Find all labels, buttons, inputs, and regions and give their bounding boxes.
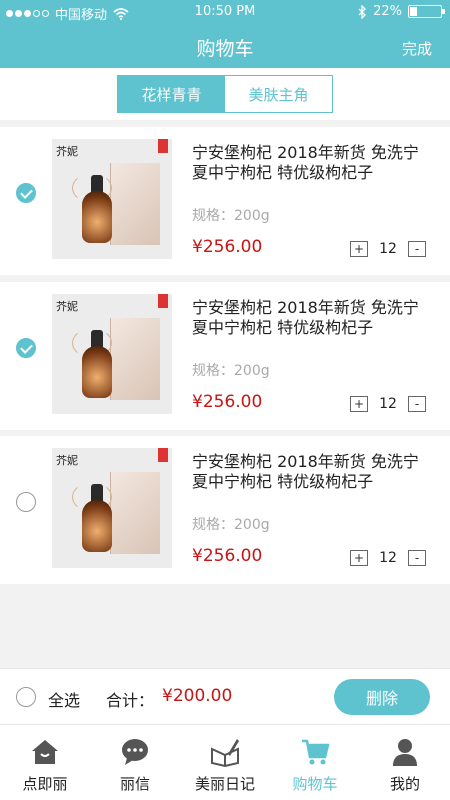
total-label: 合计： xyxy=(106,691,155,710)
product-spec: 规格：200g xyxy=(192,363,270,379)
delete-button[interactable]: 删除 xyxy=(334,679,430,715)
diary-icon xyxy=(211,739,239,767)
status-right: 22% xyxy=(357,4,445,19)
select-all-label[interactable]: 全选 xyxy=(48,687,80,711)
product-tag xyxy=(158,294,168,308)
increase-button[interactable]: + xyxy=(350,550,368,566)
page-title: 购物车 xyxy=(196,38,254,60)
tab-messages[interactable]: 丽信 xyxy=(90,725,180,800)
bottle-image xyxy=(82,346,112,398)
tab-profile[interactable]: 我的 xyxy=(360,725,450,800)
item-checkbox[interactable] xyxy=(16,183,36,203)
product-title[interactable]: 宁安堡枸杞 2018年新货 免洗宁夏中宁枸杞 特优级枸杞子 xyxy=(192,298,432,338)
nav-bar: 购物车 完成 xyxy=(0,24,450,68)
segment-huayangqingqing[interactable]: 花样青青 xyxy=(118,76,225,112)
quantity-value[interactable]: 12 xyxy=(368,550,408,566)
product-brand-logo: 芥妮 xyxy=(56,300,78,313)
product-brand-logo: 芥妮 xyxy=(56,145,78,158)
done-button[interactable]: 完成 xyxy=(402,38,432,59)
decrease-button[interactable]: - xyxy=(408,241,426,257)
product-tag xyxy=(158,448,168,462)
product-price: ¥256.00 xyxy=(192,546,263,566)
home-icon xyxy=(32,740,58,764)
quantity-stepper: + 12 - xyxy=(350,241,426,257)
cart-item: 芥妮 宁安堡枸杞 2018年新货 免洗宁夏中宁枸杞 特优级枸杞子 规格：200g… xyxy=(0,127,450,275)
product-price: ¥256.00 xyxy=(192,237,263,257)
item-checkbox[interactable] xyxy=(16,338,36,358)
tab-diary[interactable]: 美丽日记 xyxy=(180,725,270,800)
decrease-button[interactable]: - xyxy=(408,550,426,566)
total-value: ¥200.00 xyxy=(162,686,233,706)
battery-icon xyxy=(408,5,445,18)
bluetooth-icon xyxy=(358,4,367,19)
product-image[interactable]: 芥妮 xyxy=(52,294,172,414)
battery-percent: 22% xyxy=(373,4,402,19)
bottle-image xyxy=(82,500,112,552)
segment-area: 花样青青 美肤主角 xyxy=(0,68,450,120)
increase-button[interactable]: + xyxy=(350,241,368,257)
item-checkbox[interactable] xyxy=(16,492,36,512)
chat-icon xyxy=(122,739,148,765)
segmented-control: 花样青青 美肤主角 xyxy=(117,75,333,113)
product-image[interactable]: 芥妮 xyxy=(52,448,172,568)
tab-label: 点即丽 xyxy=(22,775,68,793)
select-all-checkbox[interactable] xyxy=(16,687,36,707)
product-title[interactable]: 宁安堡枸杞 2018年新货 免洗宁夏中宁枸杞 特优级枸杞子 xyxy=(192,452,432,492)
cart-icon xyxy=(302,739,330,765)
cart-item: 芥妮 宁安堡枸杞 2018年新货 免洗宁夏中宁枸杞 特优级枸杞子 规格：200g… xyxy=(0,436,450,584)
tab-cart[interactable]: 购物车 xyxy=(270,725,360,800)
status-bar: 中国移动 10:50 PM 22% xyxy=(0,0,450,24)
quantity-value[interactable]: 12 xyxy=(368,241,408,257)
product-price: ¥256.00 xyxy=(192,392,263,412)
tab-label: 美丽日记 xyxy=(194,775,255,793)
bottle-image xyxy=(82,191,112,243)
cart-item: 芥妮 宁安堡枸杞 2018年新货 免洗宁夏中宁枸杞 特优级枸杞子 规格：200g… xyxy=(0,282,450,430)
tab-label: 我的 xyxy=(389,775,420,793)
quantity-stepper: + 12 - xyxy=(350,396,426,412)
increase-button[interactable]: + xyxy=(350,396,368,412)
product-spec: 规格：200g xyxy=(192,517,270,533)
product-title[interactable]: 宁安堡枸杞 2018年新货 免洗宁夏中宁枸杞 特优级枸杞子 xyxy=(192,143,432,183)
product-spec: 规格：200g xyxy=(192,208,270,224)
tab-label: 丽信 xyxy=(119,775,150,793)
tab-label: 购物车 xyxy=(292,775,338,793)
tab-bar: 点即丽 丽信 美丽日记 购物车 我的 xyxy=(0,724,450,800)
decrease-button[interactable]: - xyxy=(408,396,426,412)
product-tag xyxy=(158,139,168,153)
product-image[interactable]: 芥妮 xyxy=(52,139,172,259)
user-icon xyxy=(393,739,417,766)
tab-home[interactable]: 点即丽 xyxy=(0,725,90,800)
quantity-value[interactable]: 12 xyxy=(368,396,408,412)
checkout-bar: 全选 合计： ¥200.00 删除 xyxy=(0,668,450,724)
product-brand-logo: 芥妮 xyxy=(56,454,78,467)
segment-meifuzhujiao[interactable]: 美肤主角 xyxy=(225,76,332,112)
quantity-stepper: + 12 - xyxy=(350,550,426,566)
